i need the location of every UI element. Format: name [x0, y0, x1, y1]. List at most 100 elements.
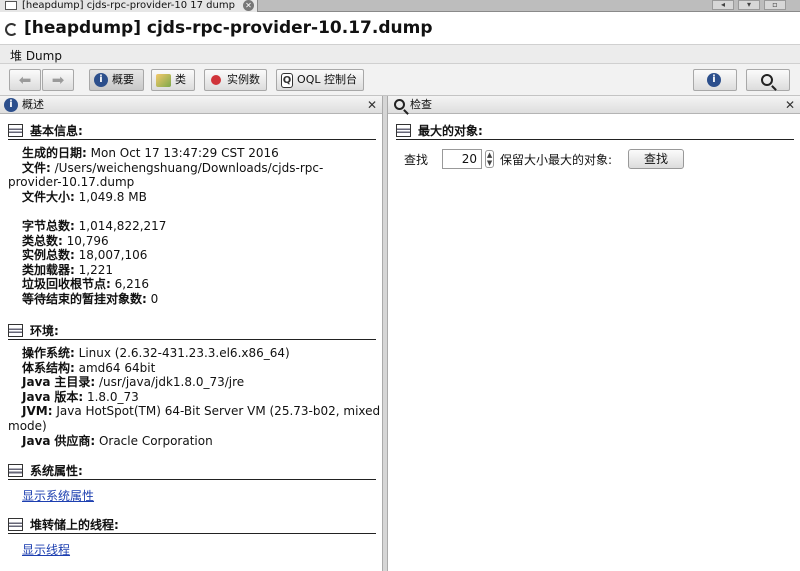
inspect-panel-title: 检查 — [410, 98, 432, 111]
java-home-label: Java — [22, 375, 51, 390]
threads-icon — [8, 518, 23, 531]
gcroots-row: 垃圾回收根节点: 6,216 — [8, 277, 376, 292]
database-icon — [8, 124, 23, 137]
search-button[interactable] — [746, 69, 790, 91]
file-label: 文件: — [22, 160, 51, 175]
size-row: 文件大小: 1,049.8 MB — [8, 190, 376, 205]
instances-label: 实例数 — [227, 73, 260, 86]
info-icon: i — [4, 98, 18, 112]
gcroots-label: 垃圾回收根节点: — [22, 277, 111, 292]
classes-icon — [156, 73, 171, 87]
java-vendor-label: Java — [22, 433, 51, 448]
classes-button[interactable]: 类 — [151, 69, 195, 91]
section-title: 堆转储上的线程: — [8, 516, 376, 534]
object-count-input[interactable]: 20 — [442, 149, 483, 169]
search-icon — [394, 99, 405, 110]
jvm-value: Java HotSpot(TM) 64-Bit Server VM (25.73… — [56, 404, 381, 419]
info-button[interactable]: i — [693, 69, 737, 91]
file-value: /Users/weichengshuang/Downloads/cjds-rpc… — [54, 160, 324, 175]
instances-row: 实例总数: 18,007,106 — [8, 248, 376, 263]
inspect-panel-header: 检查 ✕ — [388, 96, 800, 114]
summary-button[interactable]: i 概要 — [89, 69, 144, 91]
largest-objects-section: 最大的对象: — [396, 122, 794, 140]
tab-heapdump[interactable]: [heapdump] cjds-rpc-provider-10 17 dump … — [0, 0, 258, 12]
basic-info-title: 基本信息: — [30, 124, 83, 138]
toolbar: ⬅ ➡ i 概要 类 实例数 Q OQL 控制台 i — [0, 64, 800, 96]
jvm-value-cont: mode) — [8, 418, 47, 433]
java-home-value: /usr/java/jdk1.8.0_73/jre — [98, 375, 245, 390]
arch-value: amd64 64bit — [78, 360, 156, 375]
info-icon: i — [94, 73, 108, 87]
inspect-panel: 检查 ✕ 最大的对象: 查找 20 ▲ ▼ 保留大小最大的对象: 查找 — [387, 96, 800, 571]
jvm-row: JVM: Java HotSpot(TM) 64-Bit Server VM (… — [8, 404, 380, 419]
overview-panel-header: i 概述 ✕ — [0, 96, 382, 114]
overview-panel: i 概述 ✕ 基本信息: 生成的日期: Mon Oct 17 13:47:29 … — [0, 96, 383, 571]
oql-label: OQL 控制台 — [297, 73, 357, 86]
os-row: 操作系统: Linux (2.6.32-431.23.3.el6.x86_64) — [8, 346, 376, 361]
loaders-label: 类加载器: — [22, 262, 75, 277]
file-row: 文件: /Users/weichengshuang/Downloads/cjds… — [8, 161, 376, 176]
pending-label: 等待结束的暂挂对象数: — [22, 291, 147, 306]
maximize-button[interactable]: ▫ — [764, 0, 786, 10]
info-icon: i — [707, 73, 721, 87]
file-value-cont: provider-10.17.dump — [8, 175, 135, 190]
find-button[interactable]: 查找 — [628, 149, 685, 169]
loaders-value: 1,221 — [78, 262, 113, 277]
size-value: 1,049.8 MB — [78, 189, 147, 204]
count-stepper[interactable]: ▲ ▼ — [485, 150, 495, 168]
show-threads-link[interactable]: 显示线程 — [8, 541, 376, 558]
document-icon — [5, 1, 17, 10]
instances-button[interactable]: 实例数 — [204, 69, 267, 91]
pending-row: 等待结束的暂挂对象数: 0 — [8, 292, 376, 307]
menu-heap-dump[interactable]: 堆 Dump — [10, 47, 62, 64]
arch-label: 体系结构: — [22, 360, 75, 375]
overview-panel-title: 概述 — [22, 98, 44, 111]
back-button[interactable]: ⬅ — [9, 69, 41, 91]
basic-info-section: 基本信息: 生成的日期: Mon Oct 17 13:47:29 CST 201… — [8, 122, 376, 307]
bytes-label: 字节总数: — [22, 218, 75, 233]
gcroots-value: 6,216 — [114, 277, 149, 292]
java-vendor-label-suffix: 供应商: — [54, 433, 96, 448]
tab-scroll-left-button[interactable]: ◂ — [712, 0, 734, 10]
section-title: 系统属性: — [8, 462, 376, 480]
jvm-label: JVM: — [22, 404, 53, 419]
arch-row: 体系结构: amd64 64bit — [8, 361, 376, 376]
tab-list-button[interactable]: ▾ — [738, 0, 760, 10]
forward-button[interactable]: ➡ — [42, 69, 74, 91]
magnifier-icon — [396, 124, 411, 137]
arrow-right-icon: ➡ — [51, 71, 65, 89]
classes-label: 类总数: — [22, 233, 63, 248]
bytes-row: 字节总数: 1,014,822,217 — [8, 219, 376, 234]
oql-console-button[interactable]: Q OQL 控制台 — [276, 69, 364, 91]
pending-value: 0 — [150, 291, 159, 306]
java-home-label-suffix: 主目录: — [54, 375, 96, 390]
environment-section: 环境: 操作系统: Linux (2.6.32-431.23.3.el6.x86… — [8, 322, 380, 449]
close-panel-icon[interactable]: ✕ — [367, 96, 377, 114]
properties-icon — [8, 464, 23, 477]
size-label: 文件大小: — [22, 189, 75, 204]
close-tab-icon[interactable]: ✕ — [243, 0, 254, 11]
java-version-row: Java 版本: 1.8.0_73 — [8, 390, 376, 405]
java-version-value: 1.8.0_73 — [86, 389, 139, 404]
summary-label: 概要 — [112, 73, 134, 86]
classes-value: 10,796 — [66, 233, 109, 248]
instance-icon — [211, 75, 221, 85]
section-title: 环境: — [8, 322, 376, 340]
java-vendor-row: Java 供应商: Oracle Corporation — [8, 434, 376, 449]
close-panel-icon[interactable]: ✕ — [785, 96, 795, 114]
date-label: 生成的日期: — [22, 146, 87, 160]
java-version-label-suffix: 版本: — [54, 389, 84, 404]
file-row-cont: provider-10.17.dump — [8, 175, 376, 190]
tab-strip: [heapdump] cjds-rpc-provider-10 17 dump … — [0, 0, 800, 12]
java-vendor-value: Oracle Corporation — [98, 433, 213, 448]
bytes-value: 1,014,822,217 — [78, 218, 167, 233]
loading-spinner-icon — [5, 23, 18, 36]
system-properties-title: 系统属性: — [30, 464, 83, 478]
retained-size-label: 保留大小最大的对象: — [500, 152, 613, 167]
show-system-properties-link[interactable]: 显示系统属性 — [8, 487, 376, 504]
environment-title: 环境: — [30, 324, 59, 338]
title-bar: [heapdump] cjds-rpc-provider-10.17.dump — [0, 14, 800, 44]
os-value: Linux (2.6.32-431.23.3.el6.x86_64) — [78, 346, 290, 360]
search-icon — [761, 74, 773, 86]
java-home-row: Java 主目录: /usr/java/jdk1.8.0_73/jre — [8, 375, 376, 390]
